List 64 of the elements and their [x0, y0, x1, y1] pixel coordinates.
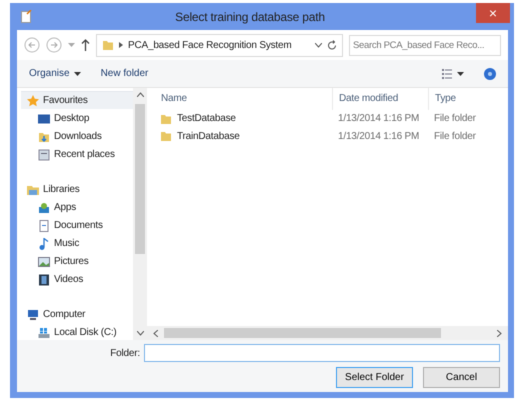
sidebar-item[interactable]: Downloads	[21, 127, 133, 145]
new-folder-button[interactable]: New folder	[100, 68, 148, 79]
folder-icon	[102, 39, 114, 51]
sidebar-item[interactable]: Documents	[21, 216, 133, 234]
box-icon	[38, 202, 50, 214]
select-folder-button[interactable]: Select Folder	[336, 367, 413, 388]
sidebar-item[interactable]: Pictures	[21, 252, 133, 270]
chevron-down-icon[interactable]	[315, 42, 322, 48]
folder-icon	[27, 184, 39, 196]
scroll-thumb[interactable]	[135, 104, 145, 254]
star-icon	[27, 94, 39, 106]
column-header[interactable]: Name	[147, 88, 332, 110]
address-bar[interactable]: PCA_based Face Recognition System	[96, 34, 343, 56]
address-path[interactable]: PCA_based Face Recognition System	[128, 40, 310, 50]
sidebar-item[interactable]: Favourites	[21, 91, 133, 109]
column-header[interactable]: Date modified	[332, 88, 428, 110]
help-icon[interactable]	[484, 68, 496, 80]
close-button[interactable]: ×	[476, 3, 510, 23]
sidebar-item[interactable]: Computer	[21, 305, 133, 323]
organise-menu[interactable]: Organise	[29, 68, 81, 79]
sidebar-item[interactable]: Libraries	[21, 180, 133, 198]
vertical-scrollbar[interactable]	[133, 88, 147, 340]
sidebar-item[interactable]: Desktop	[21, 109, 133, 127]
scroll-left-icon[interactable]	[153, 330, 158, 336]
dropdown-caret-icon	[68, 43, 75, 47]
notepad-icon	[21, 10, 32, 23]
date-cell-text: 1/13/2014 1:16 PM	[337, 112, 420, 126]
sidebar-item[interactable]: Apps	[21, 198, 133, 216]
file-name[interactable]: TestDatabase	[147, 112, 332, 126]
date-cell-text: 1/13/2014 1:16 PM	[337, 130, 420, 143]
folder-label: Folder:	[110, 348, 140, 358]
film-icon	[38, 274, 50, 286]
folder-icon	[160, 130, 172, 142]
sidebar-item[interactable]: Videos	[21, 270, 133, 288]
document-icon	[38, 220, 50, 232]
sidebar-item[interactable]: Local Disk (C:)	[21, 323, 133, 340]
caret-icon	[74, 72, 81, 76]
cancel-button[interactable]: Cancel	[423, 367, 500, 388]
refresh-icon[interactable]	[327, 40, 337, 50]
folder-field[interactable]	[144, 344, 500, 362]
computer-icon	[27, 308, 39, 320]
picture-icon	[38, 256, 50, 268]
view-options-icon[interactable]	[442, 68, 464, 78]
music-note-icon	[38, 238, 50, 250]
scroll-down-icon[interactable]	[136, 331, 144, 336]
drive-icon	[38, 326, 50, 338]
chevron-icon	[119, 42, 123, 48]
documents-icon	[38, 148, 50, 160]
scroll-up-icon[interactable]	[136, 92, 144, 97]
scroll-thumb[interactable]	[164, 328, 441, 338]
window-title: Select training database path	[174, 10, 326, 24]
file-name[interactable]: TrainDatabase	[147, 130, 332, 143]
sidebar-item[interactable]: Recent places	[21, 145, 133, 163]
type-cell-text: File folder	[433, 130, 477, 143]
horizontal-scrollbar[interactable]	[147, 326, 508, 340]
monitor-icon	[38, 112, 50, 124]
folder-icon	[38, 130, 50, 142]
up-arrow-icon[interactable]	[81, 39, 90, 51]
type-cell-text: File folder	[433, 112, 477, 126]
search-field[interactable]: Search PCA_based Face Reco...	[349, 34, 501, 56]
folder-icon	[160, 112, 172, 125]
sidebar-item[interactable]: Music	[21, 234, 133, 252]
scroll-right-icon[interactable]	[497, 330, 502, 336]
column-header[interactable]: Type	[428, 88, 508, 110]
